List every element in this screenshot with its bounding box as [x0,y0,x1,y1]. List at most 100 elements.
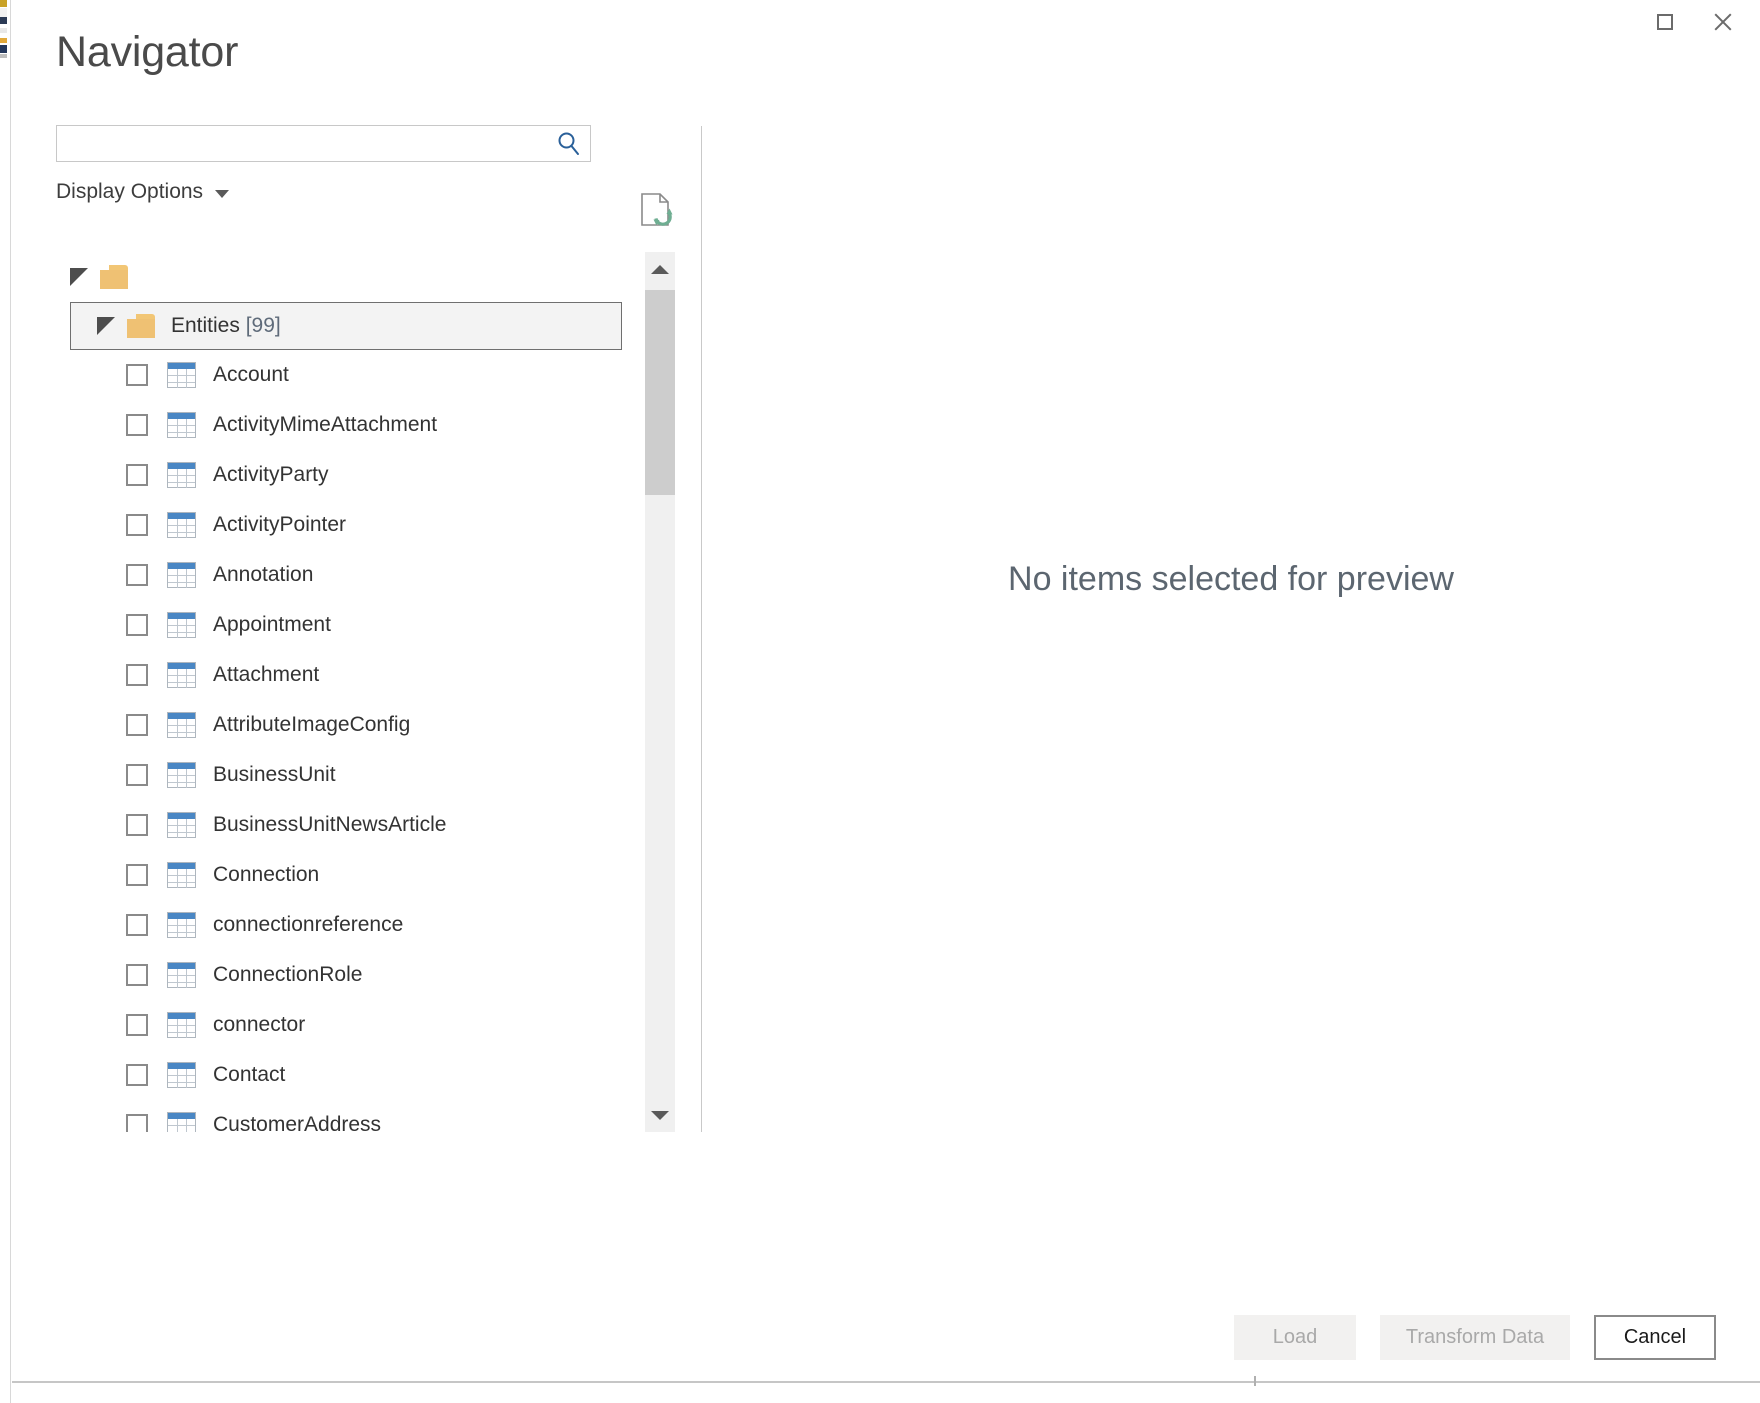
tree-item-row[interactable]: AttributeImageConfig [56,700,682,750]
tree-item-row[interactable]: CustomerAddress [56,1100,682,1132]
display-options-label: Display Options [56,180,204,203]
checkbox[interactable] [126,464,148,486]
dialog-footer: Load Transform Data Cancel [12,1280,1760,1383]
tree-item-label: ActivityParty [213,463,329,486]
table-icon [167,362,196,388]
table-icon [167,612,196,638]
tree-item-label: CustomerAddress [213,1113,382,1132]
triangle-expanded-icon[interactable] [70,268,88,286]
tree-item-label: Appointment [213,613,331,636]
scrollbar-thumb[interactable] [645,290,675,495]
tree-item-label: ActivityPointer [213,513,347,536]
tree-item-label: BusinessUnit [213,763,336,786]
background-app-sliver [0,0,11,1403]
table-icon [167,1062,196,1088]
tree-item-row[interactable]: ActivityPointer [56,500,682,550]
tree-item-label: connectionreference [213,913,404,936]
tree-vertical-scrollbar[interactable] [645,252,675,1132]
tree-row-root[interactable] [56,252,682,302]
restore-window-icon [1657,14,1673,30]
table-icon [167,1012,196,1038]
table-icon [167,662,196,688]
search-icon[interactable] [555,130,583,158]
tree-item-row[interactable]: Connection [56,850,682,900]
table-icon [167,712,196,738]
navigator-dialog-window: Navigator Display Options Entities [99] … [0,0,1760,1403]
preview-empty-message: No items selected for preview [1008,559,1454,598]
page-refresh-icon[interactable] [639,192,673,228]
search-box [56,125,591,162]
close-window-icon [1712,11,1734,33]
triangle-expanded-icon[interactable] [97,317,115,335]
search-input[interactable] [56,125,591,162]
checkbox[interactable] [126,364,148,386]
tree-item-row[interactable]: Appointment [56,600,682,650]
checkbox[interactable] [126,614,148,636]
checkbox[interactable] [126,564,148,586]
entities-tree: Entities [99] Account ActivityMimeAttachm… [56,252,682,1132]
tree-group-label: Entities [171,314,240,337]
tree-item-row[interactable]: BusinessUnitNewsArticle [56,800,682,850]
dialog-bottom-tick [1254,1376,1256,1386]
tree-item-label: Account [213,363,289,386]
tree-item-row[interactable]: BusinessUnit [56,750,682,800]
tree-item-row[interactable]: Annotation [56,550,682,600]
tree-item-label: Contact [213,1063,286,1086]
tree-item-row[interactable]: ActivityParty [56,450,682,500]
chevron-up-icon [651,264,669,274]
checkbox[interactable] [126,1064,148,1086]
folder-icon [127,314,155,338]
checkbox[interactable] [126,914,148,936]
page-title: Navigator [56,28,239,76]
tree-item-row[interactable]: ActivityMimeAttachment [56,400,682,450]
display-options-dropdown[interactable]: Display Options [56,180,230,204]
tree-item-row[interactable]: connector [56,1000,682,1050]
table-icon [167,762,196,788]
tree-item-row[interactable]: ConnectionRole [56,950,682,1000]
table-icon [167,912,196,938]
table-icon [167,1112,196,1132]
load-button[interactable]: Load [1234,1315,1356,1360]
checkbox[interactable] [126,864,148,886]
tree-item-label: connector [213,1013,306,1036]
tree-item-label: ActivityMimeAttachment [213,413,438,436]
navigator-dialog: Navigator Display Options Entities [99] … [12,0,1760,1383]
cancel-button[interactable]: Cancel [1594,1315,1716,1360]
transform-data-button[interactable]: Transform Data [1380,1315,1570,1360]
tree-row-entities-group[interactable]: Entities [99] [70,302,622,350]
scroll-down-button[interactable] [645,1098,675,1132]
tree-item-row[interactable]: Contact [56,1050,682,1100]
checkbox[interactable] [126,714,148,736]
checkbox[interactable] [126,514,148,536]
tree-group-count: [99] [245,314,281,337]
scroll-up-button[interactable] [645,252,675,286]
tree-item-row[interactable]: connectionreference [56,900,682,950]
tree-item-list: Account ActivityMimeAttachment ActivityPar… [56,350,682,1132]
tree-item-label: Attachment [213,663,320,686]
restore-window-button[interactable] [1636,2,1694,42]
checkbox[interactable] [126,814,148,836]
checkbox[interactable] [126,1114,148,1132]
chevron-down-icon [651,1110,669,1120]
tree-item-label: Connection [213,863,320,886]
table-icon [167,512,196,538]
checkbox[interactable] [126,1014,148,1036]
tree-item-label: Annotation [213,563,314,586]
close-window-button[interactable] [1694,2,1752,42]
tree-item-label: ConnectionRole [213,963,363,986]
checkbox[interactable] [126,664,148,686]
tree-item-row[interactable]: Attachment [56,650,682,700]
tree-item-label: AttributeImageConfig [213,713,411,736]
tree-item-row[interactable]: Account [56,350,682,400]
chevron-down-icon [215,190,230,198]
preview-pane: No items selected for preview [702,126,1760,1132]
table-icon [167,812,196,838]
table-icon [167,562,196,588]
table-icon [167,962,196,988]
window-controls [1636,2,1752,42]
table-icon [167,862,196,888]
checkbox[interactable] [126,764,148,786]
checkbox[interactable] [126,414,148,436]
checkbox[interactable] [126,964,148,986]
table-icon [167,462,196,488]
